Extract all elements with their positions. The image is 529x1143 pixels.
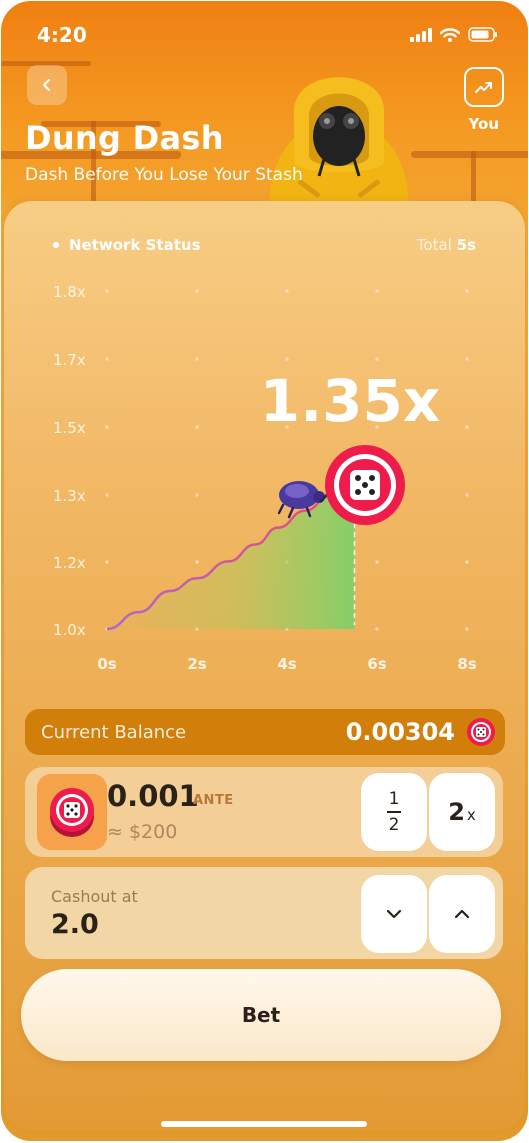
chart-x-tick-label: 2s <box>187 655 206 673</box>
half-bet-button[interactable]: 1 2 <box>361 773 427 851</box>
chart-x-tick-label: 4s <box>277 655 296 673</box>
cashout-decrease-button[interactable] <box>361 875 427 953</box>
cashout-input-box[interactable]: Cashout at 2.0 <box>25 867 503 959</box>
chart-y-tick-label: 1.2x <box>53 554 86 572</box>
chart-grid-dot <box>465 627 469 631</box>
ante-input-box[interactable]: 0.001 ANTE ≈ $200 1 2 2x <box>25 767 503 857</box>
balance-bar: Current Balance 0.00304 <box>25 709 505 755</box>
chart-y-tick-label: 1.8x <box>53 283 86 301</box>
chart-x-tick-label: 0s <box>97 655 116 673</box>
chart-grid-dot <box>285 357 289 361</box>
stats-button[interactable] <box>464 67 504 107</box>
half-numerator: 1 <box>388 789 400 809</box>
status-dot-icon <box>53 242 59 248</box>
chart-grid-dot <box>465 425 469 429</box>
chevron-up-icon <box>454 909 470 919</box>
chart-y-tick-label: 1.0x <box>53 621 86 639</box>
ante-usd-value: ≈ $200 <box>107 821 178 843</box>
half-denominator: 2 <box>388 815 400 835</box>
cashout-value[interactable]: 2.0 <box>51 909 99 940</box>
back-button[interactable] <box>27 65 67 105</box>
double-label: 2 <box>448 798 465 826</box>
chart-grid-dot <box>105 493 109 497</box>
token-coin-icon <box>50 788 94 837</box>
chart-grid-dot <box>465 560 469 564</box>
chart-grid-dot <box>195 357 199 361</box>
chart-x-tick-label: 8s <box>457 655 476 673</box>
chart-grid-dot <box>105 357 109 361</box>
chart-grid-dot <box>465 289 469 293</box>
total-label: Total <box>416 236 452 254</box>
chart-grid-dot <box>195 425 199 429</box>
bet-button[interactable]: Bet <box>21 969 501 1061</box>
chart-grid-dot <box>195 289 199 293</box>
chevron-down-icon <box>386 909 402 919</box>
wifi-icon <box>440 27 460 42</box>
page-title: Dung Dash <box>25 119 224 157</box>
multiplier-chart: 1.8x 1.7x 1.5x 1.3x 1.2x 1.0x 0s 2s 4s 6s 8s 1.35… <box>53 283 477 673</box>
chart-grid-dot <box>375 627 379 631</box>
chart-grid-dot <box>375 289 379 293</box>
double-suffix: x <box>466 806 476 824</box>
beetle-mascot-image <box>269 77 409 211</box>
home-indicator <box>161 1121 367 1127</box>
ante-unit: ANTE <box>193 793 234 808</box>
chevron-left-icon <box>42 78 51 92</box>
status-icons <box>410 27 498 42</box>
chart-grid-dot <box>195 560 199 564</box>
battery-icon <box>468 27 497 42</box>
token-coin-icon <box>325 445 405 525</box>
double-bet-button[interactable]: 2x <box>429 773 495 851</box>
chart-grid-dot <box>285 289 289 293</box>
chart-grid-dot <box>105 560 109 564</box>
network-status-label: Network Status <box>69 236 201 254</box>
cashout-label: Cashout at <box>51 887 138 906</box>
chart-y-tick-label: 1.7x <box>53 351 86 369</box>
network-status: Network Status <box>53 236 201 254</box>
trending-up-icon <box>475 82 492 93</box>
chart-y-tick-label: 1.5x <box>53 419 86 437</box>
ante-token-tile <box>37 774 107 850</box>
chart-grid-dot <box>375 357 379 361</box>
chart-grid-dot <box>195 493 199 497</box>
total-time: Total 5s <box>417 236 476 254</box>
token-coin-icon <box>467 718 495 746</box>
status-time: 4:20 <box>37 23 87 47</box>
signal-icon <box>410 27 432 42</box>
chart-grid-dot <box>105 425 109 429</box>
ante-amount[interactable]: 0.001 <box>107 779 199 813</box>
total-value: 5s <box>456 236 476 254</box>
chart-grid-dot <box>465 493 469 497</box>
current-multiplier: 1.35x <box>260 367 441 435</box>
balance-label: Current Balance <box>41 721 187 743</box>
cashout-increase-button[interactable] <box>429 875 495 953</box>
balance-value: 0.00304 <box>345 718 455 746</box>
chart-grid-dot <box>375 560 379 564</box>
chart-grid-dot <box>105 289 109 293</box>
chart-grid-dot <box>465 357 469 361</box>
you-label[interactable]: You <box>469 115 499 133</box>
phone-screen: 4:20 You Dung Dash Dash Before You Lose … <box>1 1 528 1141</box>
page-subtitle: Dash Before You Lose Your Stash <box>25 165 303 185</box>
chart-y-tick-label: 1.3x <box>53 487 86 505</box>
chart-x-tick-label: 6s <box>367 655 386 673</box>
